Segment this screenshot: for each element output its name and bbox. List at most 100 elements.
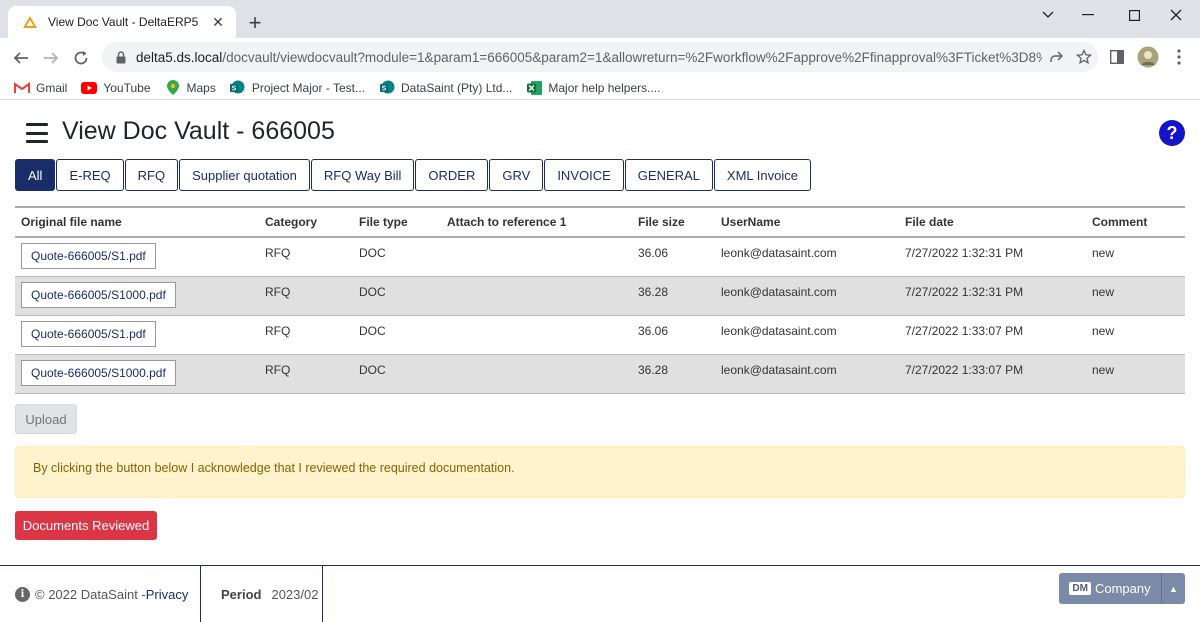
bookmark-label: Maps bbox=[186, 80, 216, 95]
tab-xml-invoice[interactable]: XML Invoice bbox=[713, 159, 811, 191]
minimize-icon[interactable] bbox=[1066, 0, 1110, 30]
bookmark-maps[interactable]: Maps bbox=[165, 80, 216, 95]
page-title: View Doc Vault - 666005 bbox=[62, 117, 335, 145]
tab-invoice[interactable]: INVOICE bbox=[544, 159, 624, 191]
address-bar[interactable]: delta5.ds.local/docvault/viewdocvault?mo… bbox=[102, 42, 1098, 72]
column-header[interactable]: Attach to reference 1 bbox=[441, 206, 632, 238]
upload-button[interactable]: Upload bbox=[15, 404, 77, 434]
tab-supplier-quotation[interactable]: Supplier quotation bbox=[179, 159, 310, 191]
tab-e-req[interactable]: E-REQ bbox=[56, 159, 124, 191]
table-row: Quote-666005/S1.pdf RFQ DOC 36.06 leonk@… bbox=[15, 315, 1185, 355]
table-row: Quote-666005/S1.pdf RFQ DOC 36.06 leonk@… bbox=[15, 237, 1185, 277]
bookmark-label: YouTube bbox=[103, 80, 151, 95]
tab-all[interactable]: All bbox=[15, 159, 56, 191]
tab-grv[interactable]: GRV bbox=[489, 159, 544, 191]
username-cell: leonk@datasaint.com bbox=[715, 276, 899, 316]
file-link-button[interactable]: Quote-666005/S1.pdf bbox=[21, 320, 156, 347]
tab-close-icon[interactable]: ✕ bbox=[210, 14, 226, 30]
footer: i © 2022 DataSaint - Privacy Period 2023… bbox=[0, 565, 1200, 622]
page-content: View Doc Vault - 666005 ? All E-REQ RFQ … bbox=[0, 101, 1200, 622]
copyright-text: © 2022 DataSaint - bbox=[35, 586, 146, 602]
profile-avatar[interactable] bbox=[1135, 44, 1161, 70]
column-header[interactable]: Comment bbox=[1086, 206, 1185, 238]
company-button[interactable]: DM Company bbox=[1059, 573, 1161, 604]
svg-text:S: S bbox=[381, 86, 386, 93]
maps-icon bbox=[165, 80, 181, 95]
privacy-link[interactable]: Privacy bbox=[146, 587, 189, 602]
footer-copyright: i © 2022 DataSaint - Privacy bbox=[15, 566, 188, 622]
bookmark-youtube[interactable]: YouTube bbox=[81, 80, 151, 95]
footer-divider bbox=[200, 566, 201, 622]
table-row: Quote-666005/S1000.pdf RFQ DOC 36.28 leo… bbox=[15, 276, 1185, 316]
bookmark-label: DataSaint (Pty) Ltd... bbox=[401, 80, 513, 95]
excel-icon bbox=[526, 80, 542, 95]
company-selector: DM Company ▲ bbox=[1059, 573, 1185, 604]
bookmark-project-major[interactable]: S Project Major - Test... bbox=[230, 80, 365, 95]
bookmark-star-icon[interactable] bbox=[1070, 43, 1098, 71]
bookmark-datasaint[interactable]: S DataSaint (Pty) Ltd... bbox=[379, 80, 513, 95]
footer-divider bbox=[322, 566, 323, 622]
file-date-cell: 7/27/2022 1:33:07 PM bbox=[899, 315, 1086, 355]
bookmark-label: Gmail bbox=[36, 80, 68, 95]
share-icon[interactable] bbox=[1042, 43, 1070, 71]
new-tab-icon[interactable]: + bbox=[243, 11, 267, 35]
column-header[interactable]: Category bbox=[259, 206, 353, 238]
url-path: /docvault/viewdocvault?module=1&param1=6… bbox=[222, 49, 1042, 65]
column-header[interactable]: File type bbox=[353, 206, 441, 238]
file-type-cell: DOC bbox=[353, 354, 441, 394]
url-host: delta5.ds.local bbox=[136, 49, 223, 65]
svg-text:S: S bbox=[232, 86, 237, 93]
info-icon: i bbox=[15, 586, 30, 602]
tab-rfq-way-bill[interactable]: RFQ Way Bill bbox=[310, 159, 415, 191]
category-filter-tabs: All E-REQ RFQ Supplier quotation RFQ Way… bbox=[15, 159, 812, 191]
file-type-cell: DOC bbox=[353, 315, 441, 355]
file-date-cell: 7/27/2022 1:32:31 PM bbox=[899, 237, 1086, 277]
footer-period: Period 2023/02 bbox=[221, 566, 318, 622]
caret-up-icon[interactable]: ▲ bbox=[1161, 573, 1185, 604]
column-header[interactable]: Original file name bbox=[15, 206, 259, 238]
window-close-icon[interactable] bbox=[1154, 0, 1198, 30]
column-header[interactable]: UserName bbox=[715, 206, 899, 238]
company-badge: DM bbox=[1069, 582, 1091, 595]
column-header[interactable]: File size bbox=[632, 206, 715, 238]
username-cell: leonk@datasaint.com bbox=[715, 315, 899, 355]
side-panel-icon[interactable] bbox=[1104, 44, 1130, 70]
documents-reviewed-button[interactable]: Documents Reviewed bbox=[15, 511, 157, 540]
delta-erp-favicon-icon bbox=[22, 14, 38, 30]
back-arrow-icon[interactable] bbox=[8, 45, 34, 71]
browser-tab[interactable]: View Doc Vault - DeltaERP5 ✕ bbox=[8, 6, 236, 38]
tab-rfq[interactable]: RFQ bbox=[124, 159, 179, 191]
tab-order[interactable]: ORDER bbox=[415, 159, 489, 191]
file-type-cell: DOC bbox=[353, 276, 441, 316]
maximize-icon[interactable] bbox=[1112, 0, 1156, 30]
file-link-button[interactable]: Quote-666005/S1000.pdf bbox=[21, 281, 176, 308]
hamburger-menu-icon[interactable] bbox=[26, 123, 48, 143]
bookmark-gmail[interactable]: Gmail bbox=[14, 81, 67, 95]
file-size-cell: 36.06 bbox=[632, 315, 715, 355]
bookmark-label: Project Major - Test... bbox=[251, 80, 365, 95]
period-value: 2023/02 bbox=[271, 586, 319, 602]
url-text: delta5.ds.local/docvault/viewdocvault?mo… bbox=[136, 50, 1042, 65]
browser-toolbar: delta5.ds.local/docvault/viewdocvault?mo… bbox=[0, 38, 1200, 76]
documents-table: Original file name Category File type At… bbox=[15, 206, 1185, 394]
file-link-button[interactable]: Quote-666005/S1.pdf bbox=[21, 243, 156, 269]
chevron-down-icon[interactable] bbox=[1026, 0, 1070, 30]
gmail-icon bbox=[14, 81, 30, 95]
file-date-cell: 7/27/2022 1:33:07 PM bbox=[899, 354, 1086, 394]
sharepoint-icon: S bbox=[230, 80, 246, 95]
reference-cell bbox=[441, 237, 632, 277]
tab-general[interactable]: GENERAL bbox=[624, 159, 713, 191]
file-size-cell: 36.06 bbox=[632, 237, 715, 277]
forward-arrow-icon[interactable] bbox=[38, 45, 64, 71]
bookmark-label: Major help helpers.... bbox=[548, 80, 661, 95]
file-date-cell: 7/27/2022 1:32:31 PM bbox=[899, 276, 1086, 316]
reload-icon[interactable] bbox=[68, 45, 94, 71]
file-link-button[interactable]: Quote-666005/S1000.pdf bbox=[21, 359, 176, 386]
file-type-cell: DOC bbox=[353, 237, 441, 277]
period-label: Period bbox=[221, 586, 262, 602]
kebab-menu-icon[interactable] bbox=[1166, 44, 1192, 70]
help-icon[interactable]: ? bbox=[1159, 120, 1185, 146]
username-cell: leonk@datasaint.com bbox=[715, 237, 899, 277]
bookmark-major-help[interactable]: Major help helpers.... bbox=[526, 80, 661, 95]
column-header[interactable]: File date bbox=[899, 206, 1086, 238]
